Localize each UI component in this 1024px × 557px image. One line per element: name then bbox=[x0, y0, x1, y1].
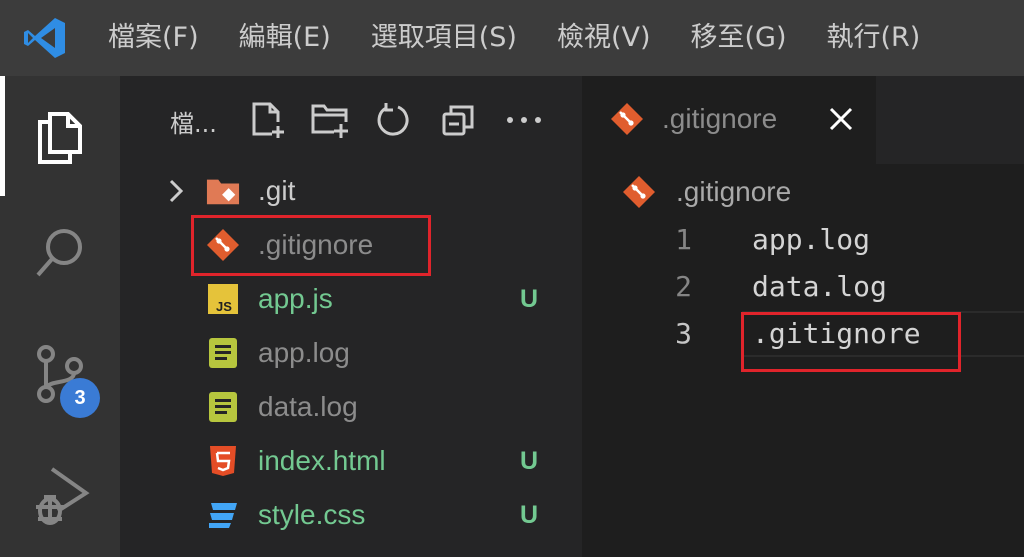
menu-selection[interactable]: 選取項目(S) bbox=[351, 0, 537, 76]
tree-item-git-folder[interactable]: .git bbox=[120, 164, 582, 218]
line-text: app.log bbox=[752, 223, 871, 256]
source-control-badge: 3 bbox=[60, 378, 100, 418]
tree-item-label: index.html bbox=[258, 445, 386, 476]
search-icon[interactable] bbox=[0, 198, 120, 308]
annotation-highlight-box bbox=[191, 215, 431, 276]
html-file-icon bbox=[206, 444, 240, 478]
tree-item-label: .git bbox=[258, 175, 296, 206]
git-folder-icon bbox=[206, 174, 240, 208]
git-file-icon bbox=[622, 175, 656, 209]
tree-item-style-css[interactable]: style.css U bbox=[120, 488, 582, 542]
chevron-right-icon[interactable] bbox=[164, 176, 188, 206]
line-number: 2 bbox=[675, 270, 692, 303]
activity-bar: 3 bbox=[0, 76, 120, 557]
editor-tab-bar: .gitignore bbox=[582, 76, 1024, 164]
tree-item-label: data.log bbox=[258, 391, 358, 422]
untracked-status-badge: U bbox=[520, 446, 539, 475]
tree-item-label: app.log bbox=[258, 337, 350, 368]
menu-file[interactable]: 檔案(F) bbox=[90, 0, 219, 76]
explorer-header: 檔... bbox=[120, 76, 582, 164]
source-control-icon[interactable]: 3 bbox=[0, 319, 120, 429]
annotation-highlight-box bbox=[741, 312, 961, 372]
tree-item-data-log[interactable]: data.log bbox=[120, 380, 582, 434]
tab-gitignore[interactable]: .gitignore bbox=[582, 76, 876, 164]
js-file-icon: JS bbox=[206, 282, 240, 316]
collapse-all-icon[interactable] bbox=[438, 100, 478, 140]
code-line[interactable]: 1 app.log bbox=[582, 217, 1024, 263]
tree-item-app-js[interactable]: JS app.js U bbox=[120, 272, 582, 326]
line-number: 3 bbox=[675, 317, 692, 350]
menu-edit[interactable]: 編輯(E) bbox=[219, 0, 351, 76]
git-file-icon bbox=[610, 102, 644, 136]
explorer-sidebar: 檔... .git .gitignore JS app.js U app.log… bbox=[120, 76, 582, 557]
tree-item-app-log[interactable]: app.log bbox=[120, 326, 582, 380]
svg-text:JS: JS bbox=[216, 299, 232, 314]
tab-label: .gitignore bbox=[662, 103, 778, 134]
menu-go[interactable]: 移至(G) bbox=[671, 0, 807, 76]
tree-item-label: style.css bbox=[258, 499, 366, 530]
menu-view[interactable]: 檢視(V) bbox=[537, 0, 671, 76]
run-debug-icon[interactable] bbox=[0, 441, 120, 551]
explorer-icon[interactable] bbox=[0, 81, 120, 191]
close-icon[interactable] bbox=[826, 104, 856, 134]
line-text: data.log bbox=[752, 270, 887, 303]
more-icon[interactable] bbox=[504, 100, 544, 140]
tree-item-label: app.js bbox=[258, 283, 333, 314]
css-file-icon bbox=[206, 498, 240, 532]
new-file-icon[interactable] bbox=[248, 100, 288, 140]
new-folder-icon[interactable] bbox=[310, 100, 350, 140]
explorer-title: 檔... bbox=[170, 110, 217, 138]
tree-item-index-html[interactable]: index.html U bbox=[120, 434, 582, 488]
log-file-icon bbox=[206, 390, 240, 424]
code-line[interactable]: 2 data.log bbox=[582, 264, 1024, 310]
menu-bar: 檔案(F) 編輯(E) 選取項目(S) 檢視(V) 移至(G) 執行(R) bbox=[0, 0, 1024, 76]
untracked-status-badge: U bbox=[520, 284, 539, 313]
log-file-icon bbox=[206, 336, 240, 370]
refresh-icon[interactable] bbox=[374, 100, 414, 140]
untracked-status-badge: U bbox=[520, 500, 539, 529]
vscode-logo-icon bbox=[0, 0, 90, 76]
editor-pane[interactable]: .gitignore 1 app.log 2 data.log 3 .gitig… bbox=[582, 164, 1024, 557]
menu-run[interactable]: 執行(R) bbox=[807, 0, 941, 76]
line-number: 1 bbox=[675, 223, 692, 256]
breadcrumb-label: .gitignore bbox=[676, 176, 792, 207]
breadcrumb[interactable]: .gitignore bbox=[622, 172, 791, 212]
